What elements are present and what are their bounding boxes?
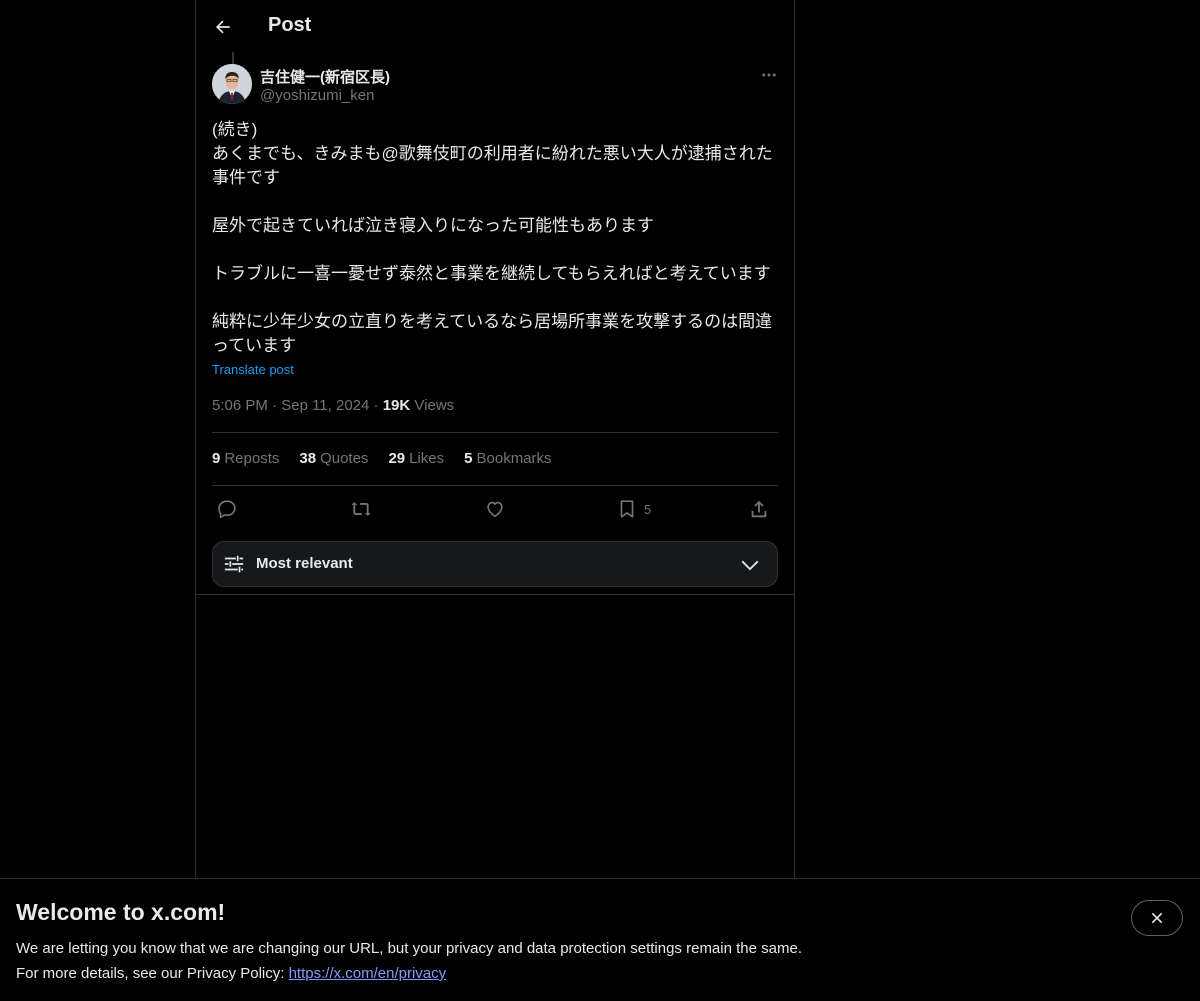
author-handle[interactable]: @yoshizumi_ken xyxy=(260,87,374,104)
quotes-count: 38 xyxy=(299,450,317,467)
post-paragraph: 純粋に少年少女の立直りを考えているなら居場所事業を攻撃するのは間違っています xyxy=(212,312,773,355)
quotes-label: Quotes xyxy=(320,450,369,467)
meta-separator: · xyxy=(272,397,282,414)
reply-sort-dropdown[interactable]: Most relevant xyxy=(212,541,778,587)
post-paragraph: トラブルに一喜一憂せず泰然と事業を継続してもらえればと考えています xyxy=(212,264,771,283)
banner-line-policy: For more details, see our Privacy Policy… xyxy=(16,961,802,986)
url-change-banner: Welcome to x.com! We are letting you kno… xyxy=(0,878,1200,1001)
close-banner-button[interactable] xyxy=(1131,900,1183,936)
likes-stat[interactable]: 29 Likes xyxy=(388,450,444,467)
post-text: (続き) あくまでも、きみまも@歌舞伎町の利用者に紛れた悪い大人が逮捕された事件… xyxy=(212,118,778,358)
translate-post-link[interactable]: Translate post xyxy=(212,362,294,377)
reply-button[interactable] xyxy=(216,496,238,522)
post-column: Post 吉住健一(新宿区長) @yoshizumi_ken (続き) あくまで… xyxy=(195,0,795,878)
quotes-stat[interactable]: 38 Quotes xyxy=(299,450,368,467)
share-icon xyxy=(751,500,767,518)
post-paragraph: 屋外で起きていれば泣き寝入りになった可能性もあります xyxy=(212,216,654,235)
reply-icon xyxy=(218,500,236,519)
like-button[interactable] xyxy=(484,496,506,522)
bookmark-button[interactable]: 5 xyxy=(616,496,651,522)
bookmarks-label: Bookmarks xyxy=(476,450,552,467)
banner-line: We are letting you know that we are chan… xyxy=(16,940,802,957)
sort-selected-value: Most relevant xyxy=(256,555,353,572)
avatar[interactable] xyxy=(212,64,252,104)
bookmarks-count: 5 xyxy=(464,450,473,467)
engagement-stats: 9 Reposts 38 Quotes 29 Likes 5 Bookmarks xyxy=(212,450,552,467)
post-date[interactable]: Sep 11, 2024 xyxy=(281,397,369,414)
banner-title: Welcome to x.com! xyxy=(16,899,226,925)
bookmarks-stat[interactable]: 5 Bookmarks xyxy=(464,450,551,467)
bookmark-icon xyxy=(620,500,634,518)
chevron-down-icon xyxy=(741,560,759,571)
post-header: Post xyxy=(196,0,794,53)
divider xyxy=(212,432,778,433)
like-icon xyxy=(487,501,503,518)
meta-separator: · xyxy=(373,397,383,414)
views-label: Views xyxy=(414,397,455,414)
views-count: 19K xyxy=(382,397,411,414)
page-title: Post xyxy=(268,14,312,36)
reposts-stat[interactable]: 9 Reposts xyxy=(212,450,279,467)
reposts-label: Reposts xyxy=(224,450,280,467)
share-button[interactable] xyxy=(748,496,770,522)
close-icon xyxy=(1151,912,1163,924)
back-arrow-icon xyxy=(215,20,230,34)
author-name[interactable]: 吉住健一(新宿区長) xyxy=(260,66,390,87)
reposts-count: 9 xyxy=(212,450,221,467)
divider xyxy=(196,594,794,595)
more-dots-icon xyxy=(762,73,776,77)
likes-label: Likes xyxy=(409,450,445,467)
more-options-button[interactable] xyxy=(758,64,780,86)
banner-policy-prefix: For more details, see our Privacy Policy… xyxy=(16,965,289,982)
bookmark-action-count: 5 xyxy=(644,501,652,517)
likes-count: 29 xyxy=(388,450,406,467)
privacy-policy-link[interactable]: https://x.com/en/privacy xyxy=(289,965,447,982)
post-paragraph: (続き) あくまでも、きみまも@歌舞伎町の利用者に紛れた悪い大人が逮捕された事件… xyxy=(212,120,773,187)
sliders-icon xyxy=(224,555,244,573)
avatar-portrait-icon xyxy=(212,64,252,104)
divider xyxy=(212,485,778,486)
post-metadata: 5:06 PM · Sep 11, 2024 · 19K Views xyxy=(212,397,454,414)
banner-message: We are letting you know that we are chan… xyxy=(16,936,802,986)
back-button[interactable] xyxy=(208,12,238,42)
thread-connector-line xyxy=(232,52,234,64)
repost-icon xyxy=(351,502,371,516)
post-time[interactable]: 5:06 PM xyxy=(212,397,268,414)
action-bar: 5 xyxy=(212,496,778,524)
repost-button[interactable] xyxy=(350,496,372,522)
